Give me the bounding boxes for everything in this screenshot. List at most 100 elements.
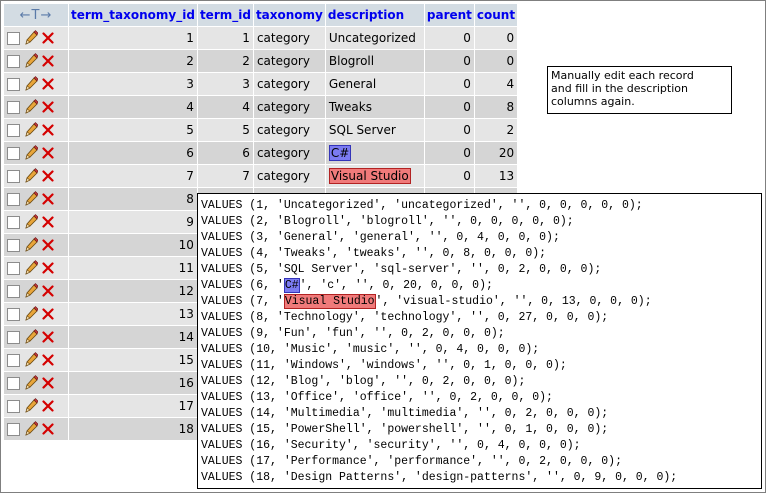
table-row[interactable]: 4 4 category Tweaks 0 8 [4,96,518,118]
edit-pencil-icon[interactable] [24,53,39,69]
delete-x-icon[interactable] [42,78,54,90]
table-row[interactable]: 5 5 category SQL Server 0 2 [4,119,518,141]
edit-pencil-icon[interactable] [24,122,39,138]
sql-line: VALUES (2, 'Blogroll', 'blogroll', '', 0… [201,215,574,228]
sql-line: VALUES (8, 'Technology', 'technology', '… [201,311,609,324]
edit-pencil-icon[interactable] [24,375,39,391]
row-checkbox[interactable] [7,123,20,137]
cell-description: Visual Studio [325,165,424,187]
column-arrows[interactable]: ←T→ [4,4,68,26]
edit-pencil-icon[interactable] [24,237,39,253]
cell-term-id: 4 [197,96,253,118]
delete-x-icon[interactable] [42,124,54,136]
delete-x-icon[interactable] [42,331,54,343]
edit-pencil-icon[interactable] [24,421,39,437]
edit-pencil-icon[interactable] [24,191,39,207]
edit-pencil-icon[interactable] [24,214,39,230]
cell-description: Uncategorized [325,27,424,49]
row-controls [4,326,68,348]
row-controls [4,119,68,141]
sql-text: ', 'c', '', 0, 20, 0, 0, 0); [299,279,493,292]
edit-pencil-icon[interactable] [24,145,39,161]
table-row[interactable]: 3 3 category General 0 4 [4,73,518,95]
delete-x-icon[interactable] [42,239,54,251]
sql-text: ', 'visual-studio', '', 0, 13, 0, 0, 0); [375,295,652,308]
edit-pencil-icon[interactable] [24,398,39,414]
row-checkbox[interactable] [7,376,20,390]
row-checkbox[interactable] [7,238,20,252]
delete-x-icon[interactable] [42,216,54,228]
edit-pencil-icon[interactable] [24,99,39,115]
row-checkbox[interactable] [7,192,20,206]
delete-x-icon[interactable] [42,101,54,113]
cell-term-taxonomy-id: 2 [69,50,197,72]
delete-x-icon[interactable] [42,193,54,205]
header-term-id[interactable]: term_id [197,4,253,26]
row-checkbox[interactable] [7,54,20,68]
table-row[interactable]: 2 2 category Blogroll 0 0 [4,50,518,72]
cell-taxonomy: category [253,165,325,187]
cell-term-taxonomy-id: 13 [69,303,197,325]
row-controls [4,96,68,118]
cell-term-id: 6 [197,142,253,164]
header-row: ←T→ term_taxonomy_id term_id taxonomy de… [4,4,518,26]
row-checkbox[interactable] [7,422,20,436]
row-checkbox[interactable] [7,284,20,298]
header-taxonomy[interactable]: taxonomy [253,4,325,26]
row-checkbox[interactable] [7,77,20,91]
header-term-taxonomy-id[interactable]: term_taxonomy_id [69,4,197,26]
row-checkbox[interactable] [7,215,20,229]
row-checkbox[interactable] [7,146,20,160]
cell-taxonomy: category [253,142,325,164]
delete-x-icon[interactable] [42,285,54,297]
header-parent[interactable]: parent [424,4,474,26]
cell-count: 8 [474,96,518,118]
row-checkbox[interactable] [7,261,20,275]
cell-term-id: 1 [197,27,253,49]
cell-term-taxonomy-id: 12 [69,280,197,302]
table-row[interactable]: 7 7 category Visual Studio 0 13 [4,165,518,187]
cell-term-taxonomy-id: 11 [69,257,197,279]
delete-x-icon[interactable] [42,423,54,435]
row-controls [4,188,68,210]
cell-term-taxonomy-id: 17 [69,395,197,417]
edit-pencil-icon[interactable] [24,283,39,299]
row-checkbox[interactable] [7,100,20,114]
row-controls [4,234,68,256]
edit-pencil-icon[interactable] [24,260,39,276]
sql-line: VALUES (16, 'Security', 'security', '', … [201,439,581,452]
row-checkbox[interactable] [7,330,20,344]
row-controls [4,142,68,164]
table-row[interactable]: 1 1 category Uncategorized 0 0 [4,27,518,49]
header-count[interactable]: count [474,4,518,26]
delete-x-icon[interactable] [42,262,54,274]
delete-x-icon[interactable] [42,32,54,44]
sql-text: VALUES (6, ' [201,279,284,292]
edit-pencil-icon[interactable] [24,329,39,345]
row-checkbox[interactable] [7,353,20,367]
row-controls [4,27,68,49]
edit-pencil-icon[interactable] [24,306,39,322]
cell-term-id: 2 [197,50,253,72]
delete-x-icon[interactable] [42,354,54,366]
delete-x-icon[interactable] [42,147,54,159]
header-description[interactable]: description [325,4,424,26]
cell-description: C# [325,142,424,164]
delete-x-icon[interactable] [42,170,54,182]
edit-pencil-icon[interactable] [24,30,39,46]
row-checkbox[interactable] [7,399,20,413]
edit-pencil-icon[interactable] [24,76,39,92]
delete-x-icon[interactable] [42,55,54,67]
cell-description: SQL Server [325,119,424,141]
cell-term-taxonomy-id: 7 [69,165,197,187]
delete-x-icon[interactable] [42,400,54,412]
row-checkbox[interactable] [7,307,20,321]
edit-pencil-icon[interactable] [24,352,39,368]
row-checkbox[interactable] [7,31,20,45]
edit-pencil-icon[interactable] [24,168,39,184]
table-row[interactable]: 6 6 category C# 0 20 [4,142,518,164]
row-checkbox[interactable] [7,169,20,183]
delete-x-icon[interactable] [42,308,54,320]
delete-x-icon[interactable] [42,377,54,389]
sql-line: VALUES (13, 'Office', 'office', '', 0, 2… [201,391,553,404]
